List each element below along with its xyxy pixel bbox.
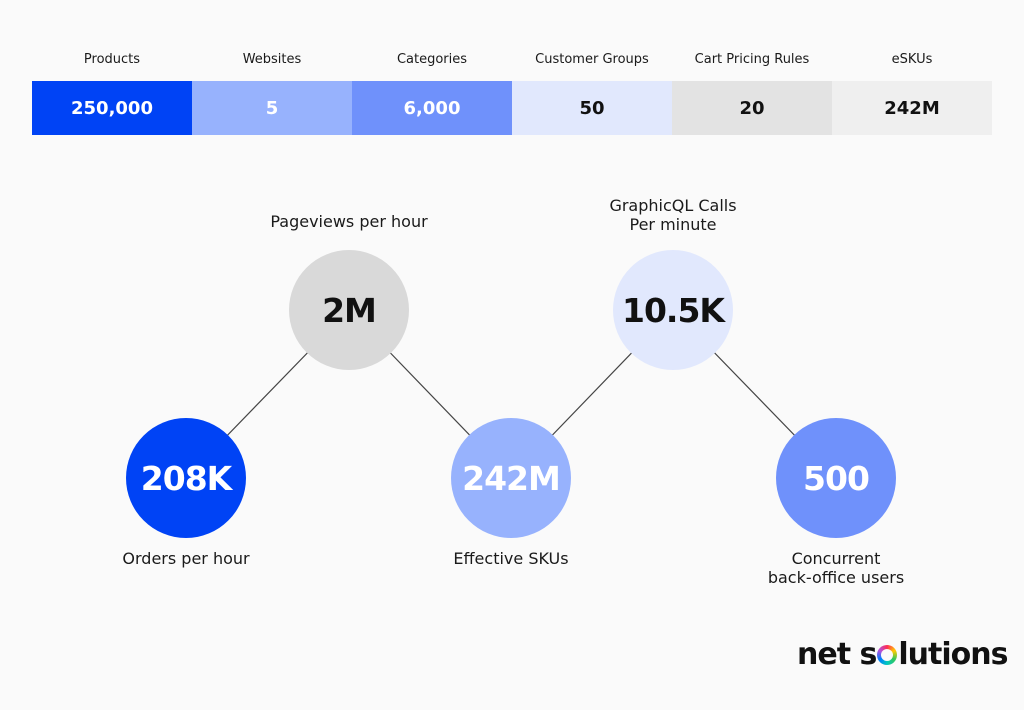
caption-pageviews: Pageviews per hour bbox=[270, 212, 428, 231]
logo-text-part2: lutions bbox=[898, 637, 1008, 672]
metric-circle-pageviews: 2M bbox=[289, 250, 409, 370]
caption-graphql-line2: Per minute bbox=[629, 215, 717, 234]
metric-circle-orders: 208K bbox=[126, 418, 246, 538]
metric-circle-graphql: 10.5K bbox=[613, 250, 733, 370]
metric-circle-skus: 242M bbox=[451, 418, 571, 538]
metric-circle-backoffice: 500 bbox=[776, 418, 896, 538]
caption-skus: Effective SKUs bbox=[453, 549, 569, 568]
caption-backoffice: Concurrent back-office users bbox=[706, 549, 966, 587]
caption-orders: Orders per hour bbox=[122, 549, 250, 568]
caption-backoffice-line1: Concurrent bbox=[791, 549, 881, 568]
connector-lines bbox=[185, 309, 837, 479]
caption-backoffice-line2: back-office users bbox=[767, 568, 905, 587]
logo-text-part1: net s bbox=[797, 637, 877, 672]
color-ring-icon bbox=[877, 645, 898, 665]
caption-graphql: GraphicQL Calls Per minute bbox=[543, 196, 803, 234]
caption-graphql-line1: GraphicQL Calls bbox=[609, 196, 737, 215]
net-solutions-logo: net s lutions bbox=[797, 637, 1008, 672]
